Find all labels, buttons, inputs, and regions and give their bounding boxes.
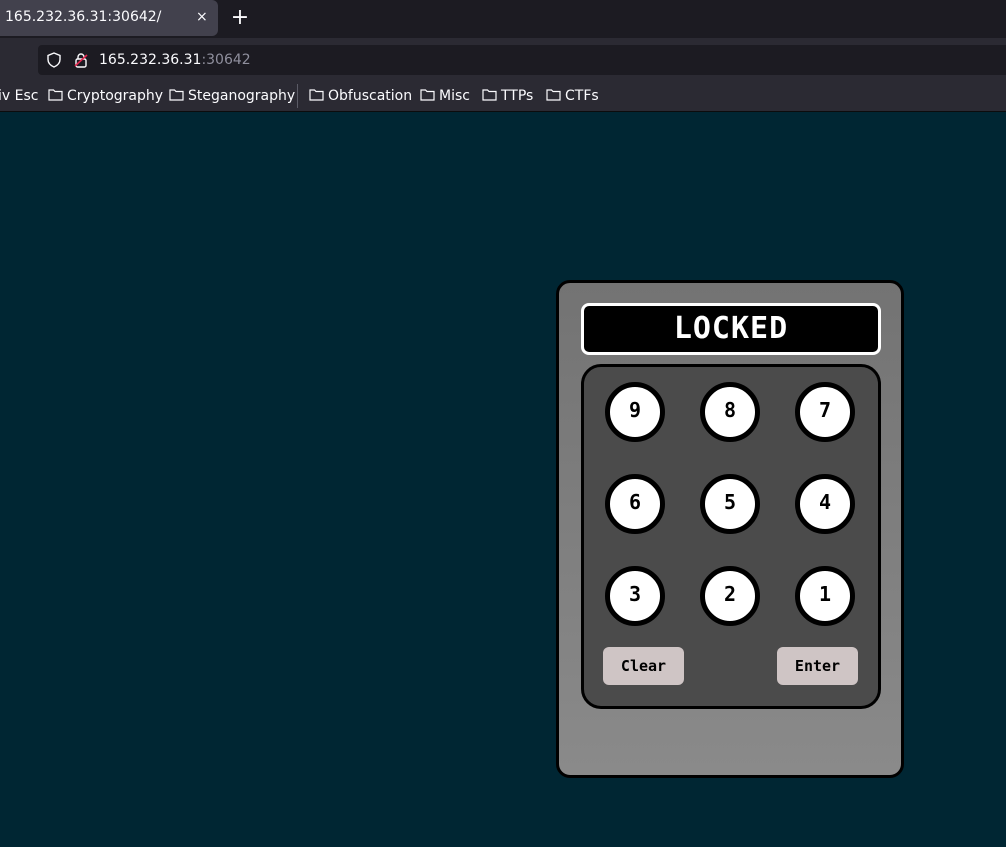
bookmark-label: TTPs bbox=[501, 88, 534, 104]
url-port: :30642 bbox=[201, 52, 251, 68]
url-text[interactable]: 165.232.36.31:30642 bbox=[99, 52, 251, 68]
bookmark-misc[interactable]: Misc bbox=[420, 87, 470, 105]
folder-icon bbox=[482, 88, 497, 105]
keypad-panel: 9 8 7 6 5 4 3 2 1 Clear Enter bbox=[581, 364, 881, 709]
bookmark-label: CTFs bbox=[565, 88, 599, 104]
folder-icon bbox=[309, 88, 324, 105]
bookmark-obfuscation[interactable]: Obfuscation bbox=[309, 87, 412, 105]
key-5[interactable]: 5 bbox=[700, 474, 760, 534]
new-tab-button[interactable]: + bbox=[230, 6, 250, 30]
key-9[interactable]: 9 bbox=[605, 382, 665, 442]
bookmark-label: Cryptography bbox=[67, 88, 164, 104]
clear-button[interactable]: Clear bbox=[603, 647, 684, 685]
shield-icon[interactable] bbox=[46, 52, 62, 72]
keypad-device: LOCKED 9 8 7 6 5 4 3 2 1 Clear Enter bbox=[556, 280, 904, 778]
url-bar[interactable]: 165.232.36.31:30642 bbox=[38, 45, 1006, 75]
bookmark-label: Misc bbox=[439, 88, 470, 104]
folder-icon bbox=[546, 88, 561, 105]
url-host: 165.232.36.31 bbox=[99, 52, 202, 68]
bookmark-label: iv Esc bbox=[0, 88, 39, 104]
bookmark-ctfs[interactable]: CTFs bbox=[546, 87, 599, 105]
enter-button[interactable]: Enter bbox=[777, 647, 858, 685]
key-8[interactable]: 8 bbox=[700, 382, 760, 442]
bookmark-priv-esc[interactable]: iv Esc bbox=[0, 87, 38, 105]
insecure-lock-icon[interactable] bbox=[73, 52, 89, 72]
bookmark-label: Obfuscation bbox=[328, 88, 413, 104]
bookmark-steganography[interactable]: Steganography bbox=[169, 87, 295, 105]
key-6[interactable]: 6 bbox=[605, 474, 665, 534]
lock-status-display: LOCKED bbox=[581, 303, 881, 355]
key-7[interactable]: 7 bbox=[795, 382, 855, 442]
navigation-bar: 165.232.36.31:30642 bbox=[0, 38, 1006, 80]
bookmarks-separator bbox=[297, 84, 298, 108]
key-1[interactable]: 1 bbox=[795, 566, 855, 626]
folder-icon bbox=[169, 88, 184, 105]
key-4[interactable]: 4 bbox=[795, 474, 855, 534]
folder-icon bbox=[420, 88, 435, 105]
active-tab[interactable]: 165.232.36.31:30642/ × bbox=[0, 0, 218, 36]
bookmark-ttps[interactable]: TTPs bbox=[482, 87, 533, 105]
tab-close-icon[interactable]: × bbox=[196, 8, 208, 26]
bookmark-cryptography[interactable]: Cryptography bbox=[48, 87, 163, 105]
key-3[interactable]: 3 bbox=[605, 566, 665, 626]
bookmarks-toolbar: iv Esc Cryptography Steganography Obfusc… bbox=[0, 80, 1006, 112]
tab-title: 165.232.36.31:30642/ bbox=[5, 9, 162, 25]
folder-icon bbox=[48, 88, 63, 105]
key-2[interactable]: 2 bbox=[700, 566, 760, 626]
tab-strip: 165.232.36.31:30642/ × + bbox=[0, 0, 1006, 38]
bookmark-label: Steganography bbox=[188, 88, 296, 104]
